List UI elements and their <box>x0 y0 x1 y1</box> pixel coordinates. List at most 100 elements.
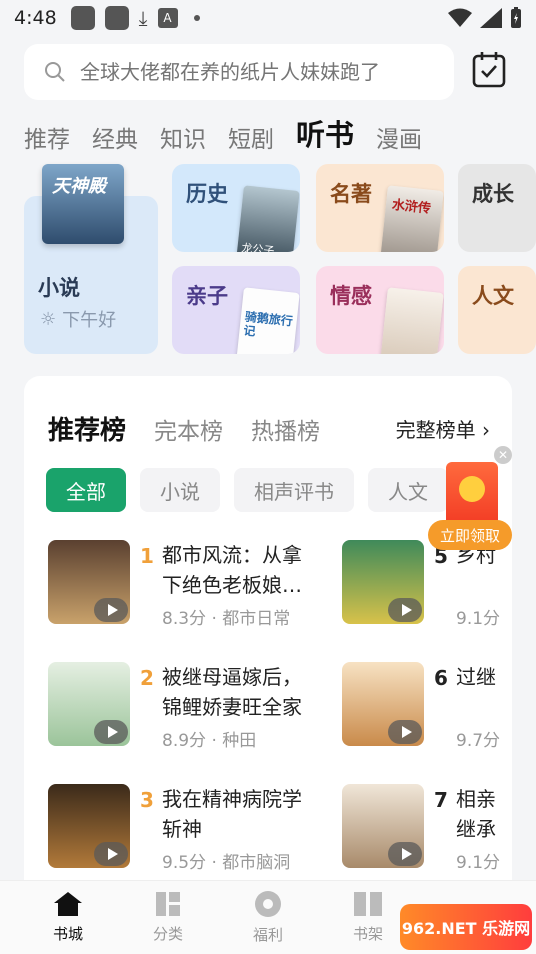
status-time: 4:48 <box>14 7 57 29</box>
play-icon[interactable] <box>94 720 128 744</box>
search-input[interactable] <box>80 60 440 84</box>
play-icon[interactable] <box>388 842 422 866</box>
watermark-logo: 962.NET 乐游网 <box>400 904 532 950</box>
featured-book-cover[interactable]: 天神殿 <box>42 164 124 244</box>
category-label: 名著 <box>330 182 372 206</box>
tab-classic[interactable]: 经典 <box>92 120 138 162</box>
calendar-check-icon[interactable] <box>472 50 506 88</box>
rank-number: 7 <box>434 788 448 812</box>
play-icon[interactable] <box>388 598 422 622</box>
tab-recommend[interactable]: 推荐 <box>24 120 70 162</box>
rank-number: 2 <box>140 666 154 690</box>
red-packet-icon[interactable] <box>446 462 498 526</box>
rank-tabs: 推荐榜 完本榜 热播榜 <box>48 410 320 447</box>
claim-button[interactable]: 立即领取 <box>428 520 512 550</box>
nav-label: 书城 <box>52 925 83 943</box>
app-notification-icon: A <box>157 8 178 28</box>
search-icon <box>45 62 65 82</box>
book-cover <box>342 662 424 746</box>
book-item[interactable]: 3 我在精神病院学斩神 9.5分 · 都市脑洞 <box>48 784 302 880</box>
wifi-icon <box>448 8 472 27</box>
category-label: 情感 <box>330 284 372 308</box>
gift-icon <box>255 891 281 917</box>
tab-knowledge[interactable]: 知识 <box>160 120 206 162</box>
category-label: 亲子 <box>186 284 228 308</box>
rank-number: 6 <box>434 666 448 690</box>
book-cover <box>48 540 130 624</box>
nav-welfare[interactable]: 福利 <box>218 881 318 954</box>
book-cover <box>342 784 424 868</box>
book-title: 我在精神病院学斩神 <box>162 787 302 841</box>
chip-crosstalk[interactable]: 相声评书 <box>234 468 354 512</box>
full-ranking-link[interactable]: 完整榜单 › <box>396 414 490 443</box>
status-bar: 4:48 ⤓ A <box>0 0 536 36</box>
category-label: 历史 <box>186 182 228 206</box>
battery-icon <box>511 7 521 28</box>
category-cover-title: 龙公子 <box>240 241 275 252</box>
coin-icon <box>459 476 485 502</box>
rank-tab-completed[interactable]: 完本榜 <box>154 412 223 446</box>
category-label: 人文 <box>472 284 514 308</box>
sun-icon: ☼ <box>40 308 57 330</box>
play-icon[interactable] <box>94 598 128 622</box>
chip-all[interactable]: 全部 <box>46 468 126 512</box>
book-cover <box>48 784 130 868</box>
book-title: 相亲继承 <box>456 787 496 841</box>
book-item[interactable]: 5 乡村 9.1分 <box>342 540 512 636</box>
greeting-text: ☼ 下午好 <box>40 306 116 332</box>
category-card-romance[interactable]: 情感 <box>316 266 444 354</box>
category-card-parenting[interactable]: 亲子 骑鹅旅行记 <box>172 266 300 354</box>
bookshelf-icon <box>354 892 382 916</box>
chip-novel[interactable]: 小说 <box>140 468 220 512</box>
book-meta: 8.3分 · 都市日常 <box>162 609 291 629</box>
book-cover <box>48 662 130 746</box>
play-icon[interactable] <box>94 842 128 866</box>
category-card-humanities[interactable]: 人文 <box>458 266 536 354</box>
ranking-panel: 推荐榜 完本榜 热播榜 完整榜单 › 全部 小说 相声评书 人文 1 都市风流：… <box>24 376 512 896</box>
more-notifications-icon <box>193 15 200 21</box>
genre-filter: 全部 小说 相声评书 人文 <box>46 468 448 512</box>
nav-bookstore[interactable]: 书城 <box>18 881 118 954</box>
category-cover: 水浒传 <box>380 185 444 252</box>
book-meta: 8.9分 · 种田 <box>162 731 257 751</box>
nav-label: 福利 <box>252 926 283 944</box>
nav-category[interactable]: 分类 <box>118 881 218 954</box>
book-meta: 9.7分 <box>456 731 501 751</box>
rank-number: 1 <box>140 544 154 568</box>
category-card-classics[interactable]: 名著 水浒传 <box>316 164 444 252</box>
book-cover <box>342 540 424 624</box>
book-title: 被继母逼嫁后，锦鲤娇妻旺全家 <box>162 665 302 719</box>
book-meta: 9.1分 <box>456 609 501 629</box>
play-icon[interactable] <box>388 720 422 744</box>
home-icon <box>54 892 82 916</box>
tab-short-drama[interactable]: 短剧 <box>228 120 274 162</box>
notification-icon <box>70 6 95 30</box>
featured-cover-title: 天神殿 <box>52 176 106 197</box>
book-title: 都市风流：从拿下绝色老板娘… <box>162 543 302 597</box>
category-tabs: 推荐 经典 知识 短剧 听书 漫画 <box>24 112 422 162</box>
featured-label: 小说 <box>38 276 80 300</box>
tab-audiobook[interactable]: 听书 <box>296 112 354 162</box>
book-title: 过继 <box>456 665 496 689</box>
book-item[interactable]: 6 过继 9.7分 <box>342 662 512 758</box>
tab-comic[interactable]: 漫画 <box>376 120 422 162</box>
grid-icon <box>156 892 180 916</box>
category-card-growth[interactable]: 成长 <box>458 164 536 252</box>
category-card-history[interactable]: 历史 龙公子 <box>172 164 300 252</box>
rank-tab-hot[interactable]: 热播榜 <box>251 412 320 446</box>
book-meta: 9.5分 · 都市脑洞 <box>162 853 291 873</box>
rank-tab-recommend[interactable]: 推荐榜 <box>48 410 126 447</box>
category-cover-title: 水浒传 <box>391 197 432 217</box>
book-item[interactable]: 1 都市风流：从拿下绝色老板娘… 8.3分 · 都市日常 <box>48 540 302 636</box>
chip-humanities[interactable]: 人文 <box>368 468 448 512</box>
book-item[interactable]: 7 相亲继承 9.1分 <box>342 784 512 880</box>
notification-icon <box>104 6 129 30</box>
search-bar[interactable] <box>24 44 454 100</box>
signal-icon <box>480 8 502 28</box>
nav-label: 分类 <box>152 925 183 943</box>
category-cover-title: 骑鹅旅行记 <box>242 309 294 339</box>
download-icon: ⤓ <box>138 6 148 30</box>
close-icon[interactable]: ✕ <box>494 446 512 464</box>
book-item[interactable]: 2 被继母逼嫁后，锦鲤娇妻旺全家 8.9分 · 种田 <box>48 662 302 758</box>
book-meta: 9.1分 <box>456 853 501 873</box>
